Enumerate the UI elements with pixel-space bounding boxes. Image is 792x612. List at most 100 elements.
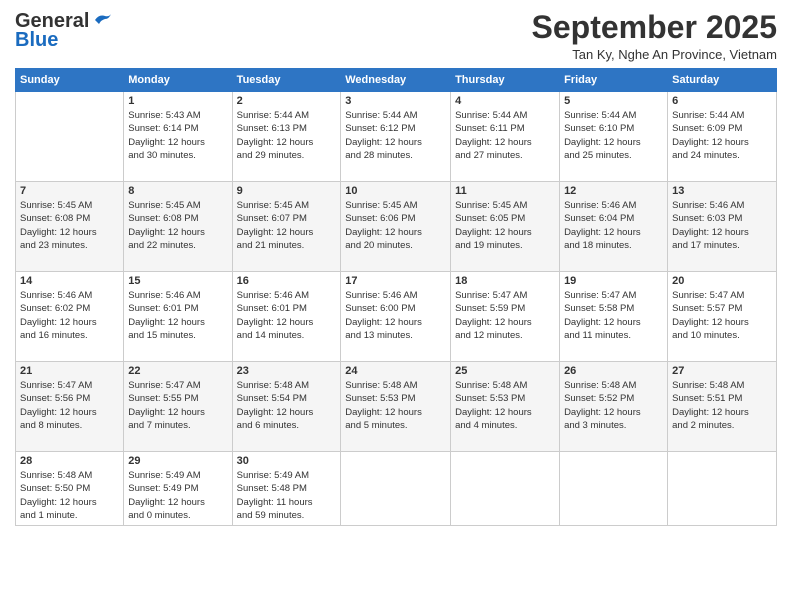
- day-number: 28: [20, 455, 119, 467]
- title-block: September 2025 Tan Ky, Nghe An Province,…: [532, 10, 777, 62]
- day-number: 16: [237, 275, 337, 287]
- calendar-cell: 6 Sunrise: 5:44 AM Sunset: 6:09 PM Daylig…: [668, 92, 777, 182]
- day-number: 7: [20, 185, 119, 197]
- calendar-cell: [668, 452, 777, 526]
- logo-blue-text: Blue: [15, 29, 58, 52]
- day-number: 3: [345, 95, 446, 107]
- day-info: Sunrise: 5:49 AM Sunset: 5:48 PM Dayligh…: [237, 469, 337, 522]
- calendar-cell: 4 Sunrise: 5:44 AM Sunset: 6:11 PM Daylig…: [451, 92, 560, 182]
- calendar-cell: 26Sunrise: 5:48 AM Sunset: 5:52 PM Dayli…: [560, 362, 668, 452]
- weekday-header-sunday: Sunday: [16, 69, 124, 92]
- calendar-cell: 25 Sunrise: 5:48 AM Sunset: 5:53 PM Dayli…: [451, 362, 560, 452]
- day-info: Sunrise: 5:43 AM Sunset: 6:14 PM Dayligh…: [128, 109, 227, 162]
- day-info: Sunrise: 5:47 AM Sunset: 5:57 PM Dayligh…: [672, 289, 772, 342]
- calendar-cell: 12 Sunrise: 5:46 AM Sunset: 6:04 PM Dayli…: [560, 182, 668, 272]
- day-number: 1: [128, 95, 227, 107]
- day-info: Sunrise: 5:44 AM Sunset: 6:11 PM Dayligh…: [455, 109, 555, 162]
- day-number: 26: [564, 365, 663, 377]
- calendar-cell: 13 Sunrise: 5:46 AM Sunset: 6:03 PM Dayli…: [668, 182, 777, 272]
- day-info: Sunrise: 5:45 AM Sunset: 6:07 PM Dayligh…: [237, 199, 337, 252]
- day-number: 30: [237, 455, 337, 467]
- weekday-header-thursday: Thursday: [451, 69, 560, 92]
- day-number: 17: [345, 275, 446, 287]
- calendar-cell: 29 Sunrise: 5:49 AM Sunset: 5:49 PM Dayli…: [124, 452, 232, 526]
- weekday-header-monday: Monday: [124, 69, 232, 92]
- calendar-cell: 20 Sunrise: 5:47 AM Sunset: 5:57 PM Dayli…: [668, 272, 777, 362]
- calendar-cell: 15Sunrise: 5:46 AM Sunset: 6:01 PM Dayli…: [124, 272, 232, 362]
- day-number: 10: [345, 185, 446, 197]
- day-info: Sunrise: 5:48 AM Sunset: 5:53 PM Dayligh…: [345, 379, 446, 432]
- day-info: Sunrise: 5:49 AM Sunset: 5:49 PM Dayligh…: [128, 469, 227, 522]
- calendar-cell: [451, 452, 560, 526]
- calendar-cell: [16, 92, 124, 182]
- day-info: Sunrise: 5:45 AM Sunset: 6:05 PM Dayligh…: [455, 199, 555, 252]
- calendar-cell: 11 Sunrise: 5:45 AM Sunset: 6:05 PM Dayli…: [451, 182, 560, 272]
- calendar-cell: 24 Sunrise: 5:48 AM Sunset: 5:53 PM Dayli…: [341, 362, 451, 452]
- calendar-cell: [560, 452, 668, 526]
- day-number: 20: [672, 275, 772, 287]
- day-info: Sunrise: 5:48 AM Sunset: 5:53 PM Dayligh…: [455, 379, 555, 432]
- calendar-cell: 10Sunrise: 5:45 AM Sunset: 6:06 PM Dayli…: [341, 182, 451, 272]
- day-number: 29: [128, 455, 227, 467]
- day-info: Sunrise: 5:48 AM Sunset: 5:51 PM Dayligh…: [672, 379, 772, 432]
- day-number: 22: [128, 365, 227, 377]
- logo-bird-icon: [91, 12, 113, 28]
- day-number: 14: [20, 275, 119, 287]
- day-info: Sunrise: 5:46 AM Sunset: 6:03 PM Dayligh…: [672, 199, 772, 252]
- calendar-cell: 8 Sunrise: 5:45 AM Sunset: 6:08 PM Daylig…: [124, 182, 232, 272]
- day-info: Sunrise: 5:46 AM Sunset: 6:02 PM Dayligh…: [20, 289, 119, 342]
- calendar-cell: 2Sunrise: 5:44 AM Sunset: 6:13 PM Daylig…: [232, 92, 341, 182]
- day-info: Sunrise: 5:46 AM Sunset: 6:04 PM Dayligh…: [564, 199, 663, 252]
- day-number: 25: [455, 365, 555, 377]
- day-number: 24: [345, 365, 446, 377]
- weekday-header-saturday: Saturday: [668, 69, 777, 92]
- day-number: 6: [672, 95, 772, 107]
- calendar-cell: 1 Sunrise: 5:43 AM Sunset: 6:14 PM Daylig…: [124, 92, 232, 182]
- location: Tan Ky, Nghe An Province, Vietnam: [532, 47, 777, 62]
- day-number: 5: [564, 95, 663, 107]
- month-title: September 2025: [532, 10, 777, 45]
- day-number: 13: [672, 185, 772, 197]
- day-info: Sunrise: 5:48 AM Sunset: 5:50 PM Dayligh…: [20, 469, 119, 522]
- day-info: Sunrise: 5:47 AM Sunset: 5:55 PM Dayligh…: [128, 379, 227, 432]
- calendar-cell: 16 Sunrise: 5:46 AM Sunset: 6:01 PM Dayli…: [232, 272, 341, 362]
- day-info: Sunrise: 5:46 AM Sunset: 6:00 PM Dayligh…: [345, 289, 446, 342]
- day-number: 23: [237, 365, 337, 377]
- day-number: 15: [128, 275, 227, 287]
- day-number: 21: [20, 365, 119, 377]
- day-info: Sunrise: 5:44 AM Sunset: 6:13 PM Dayligh…: [237, 109, 337, 162]
- day-info: Sunrise: 5:45 AM Sunset: 6:08 PM Dayligh…: [128, 199, 227, 252]
- calendar-cell: 18 Sunrise: 5:47 AM Sunset: 5:59 PM Dayli…: [451, 272, 560, 362]
- calendar-cell: 17 Sunrise: 5:46 AM Sunset: 6:00 PM Dayli…: [341, 272, 451, 362]
- day-info: Sunrise: 5:44 AM Sunset: 6:10 PM Dayligh…: [564, 109, 663, 162]
- day-number: 12: [564, 185, 663, 197]
- calendar-cell: 22 Sunrise: 5:47 AM Sunset: 5:55 PM Dayli…: [124, 362, 232, 452]
- calendar-cell: 21 Sunrise: 5:47 AM Sunset: 5:56 PM Dayli…: [16, 362, 124, 452]
- day-info: Sunrise: 5:47 AM Sunset: 5:59 PM Dayligh…: [455, 289, 555, 342]
- day-info: Sunrise: 5:47 AM Sunset: 5:58 PM Dayligh…: [564, 289, 663, 342]
- day-number: 18: [455, 275, 555, 287]
- calendar-cell: 3 Sunrise: 5:44 AM Sunset: 6:12 PM Daylig…: [341, 92, 451, 182]
- weekday-header-friday: Friday: [560, 69, 668, 92]
- calendar-cell: 28 Sunrise: 5:48 AM Sunset: 5:50 PM Dayli…: [16, 452, 124, 526]
- calendar-cell: 14 Sunrise: 5:46 AM Sunset: 6:02 PM Dayli…: [16, 272, 124, 362]
- weekday-header-tuesday: Tuesday: [232, 69, 341, 92]
- calendar-cell: 7 Sunrise: 5:45 AM Sunset: 6:08 PM Daylig…: [16, 182, 124, 272]
- calendar-cell: 9 Sunrise: 5:45 AM Sunset: 6:07 PM Daylig…: [232, 182, 341, 272]
- day-info: Sunrise: 5:44 AM Sunset: 6:09 PM Dayligh…: [672, 109, 772, 162]
- logo: General Blue: [15, 10, 113, 52]
- day-number: 9: [237, 185, 337, 197]
- day-info: Sunrise: 5:45 AM Sunset: 6:08 PM Dayligh…: [20, 199, 119, 252]
- day-number: 8: [128, 185, 227, 197]
- calendar-cell: 19 Sunrise: 5:47 AM Sunset: 5:58 PM Dayli…: [560, 272, 668, 362]
- day-info: Sunrise: 5:46 AM Sunset: 6:01 PM Dayligh…: [237, 289, 337, 342]
- calendar-cell: 30 Sunrise: 5:49 AM Sunset: 5:48 PM Dayli…: [232, 452, 341, 526]
- day-number: 11: [455, 185, 555, 197]
- day-info: Sunrise: 5:47 AM Sunset: 5:56 PM Dayligh…: [20, 379, 119, 432]
- day-info: Sunrise: 5:44 AM Sunset: 6:12 PM Dayligh…: [345, 109, 446, 162]
- day-number: 4: [455, 95, 555, 107]
- calendar-cell: 5 Sunrise: 5:44 AM Sunset: 6:10 PM Daylig…: [560, 92, 668, 182]
- day-info: Sunrise: 5:48 AM Sunset: 5:54 PM Dayligh…: [237, 379, 337, 432]
- day-number: 19: [564, 275, 663, 287]
- calendar-cell: 27Sunrise: 5:48 AM Sunset: 5:51 PM Dayli…: [668, 362, 777, 452]
